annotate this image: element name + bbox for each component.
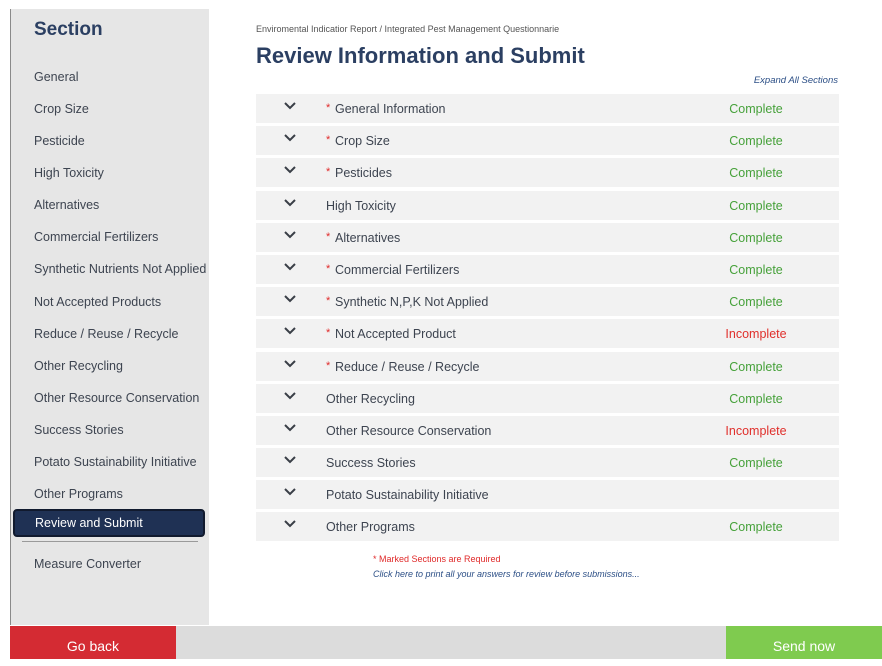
sidebar-item-synthetic-nutrients-not-applied[interactable]: Synthetic Nutrients Not Applied <box>34 262 206 276</box>
section-label: Crop Size <box>335 134 390 149</box>
status-badge: Complete <box>729 134 783 149</box>
notes: * Marked Sections are Required Click her… <box>373 552 640 582</box>
section-row[interactable]: * Reduce / Reuse / Recycle Complete <box>256 351 839 381</box>
required-marker: * <box>326 230 331 243</box>
sidebar-item-other-programs[interactable]: Other Programs <box>34 487 123 501</box>
sidebar-item-success-stories[interactable]: Success Stories <box>34 423 124 437</box>
section-row[interactable]: Potato Sustainability Initiative <box>256 480 839 510</box>
chevron-down-icon[interactable] <box>283 101 297 111</box>
chevron-down-icon[interactable] <box>283 391 297 401</box>
sidebar-item-not-accepted-products[interactable]: Not Accepted Products <box>34 295 161 309</box>
chevron-down-icon[interactable] <box>283 455 297 465</box>
sidebar-item-high-toxicity[interactable]: High Toxicity <box>34 166 104 180</box>
section-row[interactable]: * General Information Complete <box>256 94 839 123</box>
sidebar-divider <box>22 541 198 542</box>
section-row[interactable]: Other Recycling Complete <box>256 383 839 413</box>
section-row[interactable]: Other Programs Complete <box>256 512 839 542</box>
section-label: Other Programs <box>326 520 415 535</box>
section-label: Potato Sustainability Initiative <box>326 488 489 503</box>
sidebar-heading: Section <box>34 19 103 40</box>
chevron-down-icon[interactable] <box>283 133 297 143</box>
sidebar-item-reduce-reuse-recycle[interactable]: Reduce / Reuse / Recycle <box>34 327 179 341</box>
section-row[interactable]: * Crop Size Complete <box>256 126 839 156</box>
status-badge: Complete <box>729 166 783 181</box>
section-label: General Information <box>335 102 446 116</box>
section-row[interactable]: * Not Accepted Product Incomplete <box>256 319 839 349</box>
section-label: Other Resource Conservation <box>326 423 492 438</box>
section-row[interactable]: * Alternatives Complete <box>256 222 839 252</box>
sidebar-item-review-and-submit[interactable]: Review and Submit <box>13 509 205 537</box>
section-label: Other Recycling <box>326 391 415 406</box>
section-label: Commercial Fertilizers <box>335 262 460 277</box>
required-marker: * <box>326 359 331 372</box>
sidebar-item-potato-sustainability-initiative[interactable]: Potato Sustainability Initiative <box>34 455 197 469</box>
chevron-down-icon[interactable] <box>283 198 297 208</box>
section-row[interactable]: High Toxicity Complete <box>256 190 839 220</box>
status-badge: Complete <box>729 102 783 116</box>
status-badge: Complete <box>729 391 783 406</box>
required-marker: * <box>326 102 331 114</box>
status-badge: Complete <box>729 456 783 471</box>
required-note: * Marked Sections are Required <box>373 554 501 564</box>
sidebar-item-commercial-fertilizers[interactable]: Commercial Fertilizers <box>34 230 158 244</box>
chevron-down-icon[interactable] <box>283 294 297 304</box>
status-badge: Complete <box>729 230 783 245</box>
section-row[interactable]: * Synthetic N,P,K Not Applied Complete <box>256 287 839 317</box>
status-badge: Complete <box>729 359 783 374</box>
section-label: Pesticides <box>335 166 392 181</box>
section-label: Synthetic N,P,K Not Applied <box>335 295 489 310</box>
required-marker: * <box>326 166 331 179</box>
chevron-down-icon[interactable] <box>283 423 297 433</box>
sidebar-item-measure-converter[interactable]: Measure Converter <box>34 557 141 571</box>
sidebar-item-general[interactable]: General <box>34 70 78 84</box>
chevron-down-icon[interactable] <box>283 165 297 175</box>
section-label: Alternatives <box>335 230 401 245</box>
section-label: High Toxicity <box>326 198 396 213</box>
breadcrumb: Enviromental Indicatior Report / Integra… <box>256 24 560 34</box>
status-badge: Incomplete <box>725 423 787 438</box>
status-badge: Complete <box>729 520 783 535</box>
status-badge: Incomplete <box>725 327 787 342</box>
required-marker: * <box>326 262 331 275</box>
required-marker: * <box>326 295 331 308</box>
chevron-down-icon[interactable] <box>283 230 297 240</box>
section-row[interactable]: * Commercial Fertilizers Complete <box>256 254 839 284</box>
chevron-down-icon[interactable] <box>283 487 297 497</box>
status-badge: Complete <box>729 295 783 310</box>
sidebar-item-other-recycling[interactable]: Other Recycling <box>34 359 123 373</box>
chevron-down-icon[interactable] <box>283 519 297 529</box>
chevron-down-icon[interactable] <box>283 326 297 336</box>
expand-all-link[interactable]: Expand All Sections <box>754 75 838 86</box>
section-row[interactable]: Success Stories Complete <box>256 448 839 478</box>
go-back-button[interactable]: Go back <box>10 626 176 659</box>
required-marker: * <box>326 327 331 340</box>
send-now-button[interactable]: Send now <box>726 626 882 659</box>
sidebar: Section General Crop Size Pesticide High To… <box>10 9 209 625</box>
section-label: Success Stories <box>326 456 416 471</box>
sidebar-item-alternatives[interactable]: Alternatives <box>34 198 99 212</box>
chevron-down-icon[interactable] <box>283 359 297 369</box>
print-answers-link[interactable]: Click here to print all your answers for… <box>373 567 640 582</box>
section-list: * General Information Complete * Crop Size Co… <box>256 94 839 545</box>
required-marker: * <box>326 134 331 147</box>
section-row[interactable]: * Pesticides Complete <box>256 158 839 188</box>
sidebar-item-pesticide[interactable]: Pesticide <box>34 134 85 148</box>
status-badge: Complete <box>729 198 783 213</box>
sidebar-item-other-resource-conservation[interactable]: Other Resource Conservation <box>34 391 199 405</box>
chevron-down-icon[interactable] <box>283 262 297 272</box>
status-badge: Complete <box>729 262 783 277</box>
section-label: Reduce / Reuse / Recycle <box>335 359 480 374</box>
page-title: Review Information and Submit <box>256 43 585 68</box>
section-label: Not Accepted Product <box>335 327 456 342</box>
sidebar-item-crop-size[interactable]: Crop Size <box>34 102 89 116</box>
section-row[interactable]: Other Resource Conservation Incomplete <box>256 415 839 445</box>
